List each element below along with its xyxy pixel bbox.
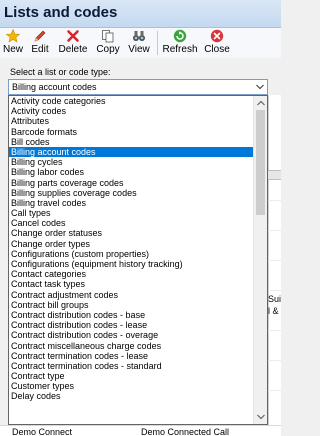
view-button[interactable]: View bbox=[126, 29, 152, 57]
new-button[interactable]: New bbox=[2, 29, 24, 57]
list-type-option[interactable]: Contract adjustment codes bbox=[9, 290, 253, 300]
edit-button-label: Edit bbox=[31, 44, 49, 55]
list-type-option[interactable]: Call types bbox=[9, 208, 253, 218]
list-type-option[interactable]: Contract distribution codes - lease bbox=[9, 320, 253, 330]
grid-line bbox=[268, 360, 281, 361]
copy-pages-icon bbox=[102, 30, 114, 43]
edit-button[interactable]: Edit bbox=[28, 29, 52, 57]
view-button-label: View bbox=[128, 44, 150, 55]
background-table-row[interactable]: Demo Connect Demo Connected Call bbox=[0, 425, 281, 436]
copy-button[interactable]: Copy bbox=[94, 29, 122, 57]
list-type-option[interactable]: Contract distribution codes - base bbox=[9, 310, 253, 320]
list-type-option[interactable]: Bill codes bbox=[9, 137, 253, 147]
red-x-icon bbox=[67, 30, 79, 42]
grid-line bbox=[268, 330, 281, 331]
list-type-option[interactable]: Contract type bbox=[9, 371, 253, 381]
list-type-option[interactable]: Delay codes bbox=[9, 391, 253, 401]
refresh-button[interactable]: Refresh bbox=[162, 29, 198, 57]
list-type-option[interactable]: Contract miscellaneous charge codes bbox=[9, 341, 253, 351]
list-type-dropdown: Activity code categories Activity codes At… bbox=[8, 95, 268, 425]
new-star-icon bbox=[6, 29, 20, 43]
delete-button-label: Delete bbox=[58, 44, 88, 55]
delete-button[interactable]: Delete bbox=[57, 29, 89, 57]
list-type-combobox[interactable]: Billing account codes bbox=[8, 79, 268, 95]
list-type-prompt: Select a list or code type: bbox=[10, 67, 111, 77]
toolbar-separator bbox=[157, 31, 158, 55]
list-type-option[interactable]: Contact categories bbox=[9, 269, 253, 279]
scroll-down-icon[interactable] bbox=[257, 414, 265, 420]
list-type-option[interactable]: Change order statuses bbox=[9, 228, 253, 238]
chevron-down-icon[interactable] bbox=[256, 84, 264, 90]
pencil-icon bbox=[34, 30, 46, 42]
grid-line bbox=[268, 290, 281, 291]
binoculars-icon bbox=[133, 31, 145, 41]
background-cell-text: Demo Connect bbox=[12, 427, 73, 436]
list-type-option[interactable]: Attributes bbox=[9, 116, 253, 126]
refresh-button-label: Refresh bbox=[162, 44, 198, 55]
new-button-label: New bbox=[2, 44, 23, 55]
toolbar: New Edit Delete Copy View Refresh Close bbox=[0, 28, 281, 58]
close-button[interactable]: Close bbox=[203, 29, 231, 57]
grid-line bbox=[268, 260, 281, 261]
list-type-options: Activity code categories Activity codes At… bbox=[9, 96, 253, 424]
list-type-option[interactable]: Contract distribution codes - overage bbox=[9, 330, 253, 340]
list-type-option[interactable]: Cancel codes bbox=[9, 218, 253, 228]
list-type-option[interactable]: Billing account codes bbox=[9, 146, 253, 158]
list-type-option[interactable]: Barcode formats bbox=[9, 127, 253, 137]
list-type-option[interactable]: Billing travel codes bbox=[9, 198, 253, 208]
background-grid-header bbox=[268, 170, 281, 180]
list-type-option[interactable]: Change order types bbox=[9, 239, 253, 249]
list-type-option[interactable]: Configurations (custom properties) bbox=[9, 249, 253, 259]
background-cell-text: Sui bbox=[268, 294, 281, 304]
list-type-option[interactable]: Contract termination codes - lease bbox=[9, 351, 253, 361]
copy-button-label: Copy bbox=[96, 44, 120, 55]
close-red-icon bbox=[210, 29, 224, 43]
background-cell-text: l & C bbox=[268, 306, 281, 316]
list-type-option[interactable]: Activity codes bbox=[9, 106, 253, 116]
list-type-option[interactable]: Contract bill groups bbox=[9, 300, 253, 310]
list-type-option[interactable]: Customer types bbox=[9, 381, 253, 391]
close-button-label: Close bbox=[204, 44, 230, 55]
window-title: Lists and codes bbox=[4, 4, 118, 21]
list-type-option[interactable]: Activity code categories bbox=[9, 96, 253, 106]
list-type-option[interactable]: Billing cycles bbox=[9, 157, 253, 167]
scroll-up-icon[interactable] bbox=[257, 100, 265, 106]
list-type-option[interactable]: Contact task types bbox=[9, 279, 253, 289]
list-type-option[interactable]: Billing labor codes bbox=[9, 167, 253, 177]
grid-line bbox=[268, 200, 281, 201]
grid-line bbox=[268, 390, 281, 391]
list-type-option[interactable]: Billing supplies coverage codes bbox=[9, 188, 253, 198]
refresh-icon bbox=[173, 29, 187, 43]
background-cell-text: Demo Connected Call bbox=[141, 427, 230, 436]
list-type-option[interactable]: Contract termination codes - standard bbox=[9, 361, 253, 371]
list-type-option[interactable]: Billing parts coverage codes bbox=[9, 178, 253, 188]
window-titlebar: Lists and codes bbox=[0, 0, 281, 28]
list-type-option[interactable]: Configurations (equipment history tracki… bbox=[9, 259, 253, 269]
dropdown-scrollbar[interactable] bbox=[253, 96, 267, 424]
grid-line bbox=[268, 230, 281, 231]
scrollbar-thumb[interactable] bbox=[256, 110, 265, 215]
list-type-selected-value: Billing account codes bbox=[12, 82, 97, 92]
